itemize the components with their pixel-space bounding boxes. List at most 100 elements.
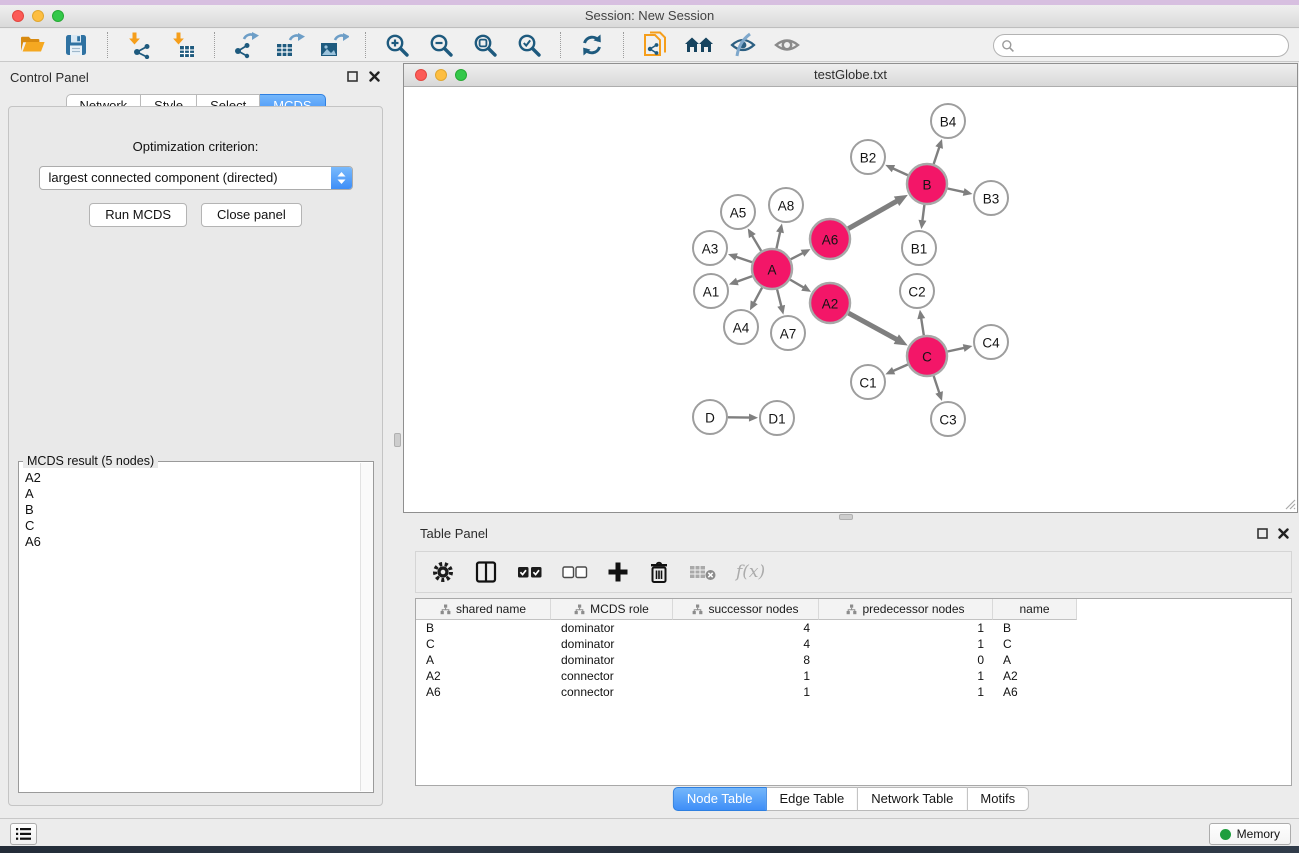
- graph-node-B2[interactable]: B2: [851, 140, 885, 174]
- vertical-splitter-grip[interactable]: [394, 433, 401, 447]
- graph-node-D[interactable]: D: [693, 400, 727, 434]
- export-network-icon[interactable]: [230, 30, 262, 60]
- mcds-result-item[interactable]: A2: [25, 470, 373, 486]
- close-panel-icon[interactable]: [368, 70, 381, 83]
- column-type-icon: [846, 604, 857, 615]
- graph-node-B[interactable]: B: [907, 164, 947, 204]
- graph-node-A[interactable]: A: [752, 249, 792, 289]
- export-image-icon[interactable]: [318, 30, 350, 60]
- table-row[interactable]: Adominator80A: [416, 652, 1291, 668]
- import-table-icon[interactable]: [167, 30, 199, 60]
- graph-node-A6[interactable]: A6: [810, 219, 850, 259]
- tab-motifs[interactable]: Motifs: [967, 787, 1029, 811]
- network-document-icon[interactable]: [639, 30, 671, 60]
- table-settings-gear-icon[interactable]: [431, 560, 455, 584]
- graph-node-B4[interactable]: B4: [931, 104, 965, 138]
- graph-node-B1[interactable]: B1: [902, 231, 936, 265]
- table-row[interactable]: A6connector11A6: [416, 684, 1291, 700]
- task-history-list-icon[interactable]: [10, 823, 37, 845]
- result-scrollbar[interactable]: [360, 463, 373, 791]
- home-view-icon[interactable]: [683, 30, 715, 60]
- zoom-in-icon[interactable]: [381, 30, 413, 60]
- svg-text:B3: B3: [983, 192, 1000, 207]
- table-close-panel-icon[interactable]: [1277, 527, 1290, 540]
- save-session-button[interactable]: [60, 30, 92, 60]
- function-builder-icon[interactable]: f(x): [736, 562, 765, 582]
- graph-node-A2[interactable]: A2: [810, 283, 850, 323]
- export-table-icon[interactable]: [274, 30, 306, 60]
- graph-node-C[interactable]: C: [907, 336, 947, 376]
- open-session-button[interactable]: [16, 30, 48, 60]
- svg-text:D: D: [705, 411, 715, 426]
- zoom-fit-icon[interactable]: [469, 30, 501, 60]
- svg-text:A4: A4: [733, 321, 750, 336]
- zoom-window-button[interactable]: [52, 10, 64, 22]
- graph-node-A3[interactable]: A3: [693, 231, 727, 265]
- close-panel-button[interactable]: Close panel: [201, 203, 302, 227]
- network-window-titlebar: testGlobe.txt: [404, 64, 1297, 87]
- graph-node-D1[interactable]: D1: [760, 401, 794, 435]
- search-field[interactable]: [993, 34, 1289, 57]
- column-header-MCDS-role[interactable]: MCDS role: [551, 599, 673, 620]
- network-close-button[interactable]: [415, 69, 427, 81]
- desktop-background-bottom: [0, 846, 1299, 853]
- memory-button[interactable]: Memory: [1209, 823, 1291, 845]
- tab-edge-table[interactable]: Edge Table: [766, 787, 858, 811]
- mcds-result-item[interactable]: B: [25, 502, 373, 518]
- mcds-result-item[interactable]: A: [25, 486, 373, 502]
- zoom-selected-icon[interactable]: [513, 30, 545, 60]
- svg-text:C4: C4: [982, 336, 1000, 351]
- graph-node-C1[interactable]: C1: [851, 365, 885, 399]
- float-panel-icon[interactable]: [346, 70, 359, 83]
- svg-text:B4: B4: [940, 115, 957, 130]
- search-icon: [1001, 39, 1015, 53]
- graph-node-A5[interactable]: A5: [721, 195, 755, 229]
- mcds-result-item[interactable]: A6: [25, 534, 373, 550]
- dropdown-selected-value: largest connected component (directed): [49, 170, 278, 185]
- delete-table-icon[interactable]: [689, 562, 717, 582]
- table-row[interactable]: A2connector11A2: [416, 668, 1291, 684]
- svg-text:A: A: [767, 263, 776, 278]
- delete-column-trash-icon[interactable]: [648, 560, 670, 584]
- close-window-button[interactable]: [12, 10, 24, 22]
- graph-node-A4[interactable]: A4: [724, 310, 758, 344]
- show-panel-eye-icon[interactable]: [771, 30, 803, 60]
- network-canvas[interactable]: A A1 A2 A3 A4 A5 A6 A7 A8 B B1 B2 B3 B4 C C1 C2 C3 C4 D D1: [404, 87, 1297, 511]
- column-header-predecessor-nodes[interactable]: predecessor nodes: [819, 599, 993, 620]
- graph-node-A7[interactable]: A7: [771, 316, 805, 350]
- graph-node-B3[interactable]: B3: [974, 181, 1008, 215]
- table-float-panel-icon[interactable]: [1256, 527, 1269, 540]
- column-header-successor-nodes[interactable]: successor nodes: [673, 599, 819, 620]
- graph-node-A8[interactable]: A8: [769, 188, 803, 222]
- panel-columns-icon[interactable]: [474, 560, 498, 584]
- column-header-name[interactable]: name: [993, 599, 1077, 620]
- refresh-layout-icon[interactable]: [576, 30, 608, 60]
- window-resize-grip[interactable]: [1282, 496, 1296, 510]
- hide-panel-eye-icon[interactable]: [727, 30, 759, 60]
- run-mcds-button[interactable]: Run MCDS: [89, 203, 187, 227]
- zoom-out-icon[interactable]: [425, 30, 457, 60]
- svg-text:C: C: [922, 350, 932, 365]
- tab-network-table[interactable]: Network Table: [858, 787, 967, 811]
- add-column-icon[interactable]: [607, 561, 629, 583]
- deselect-all-checkboxes-icon[interactable]: [562, 563, 588, 581]
- graph-node-C4[interactable]: C4: [974, 325, 1008, 359]
- search-input[interactable]: [1015, 37, 1288, 55]
- svg-text:A3: A3: [702, 242, 719, 257]
- tab-node-table[interactable]: Node Table: [673, 787, 767, 811]
- network-zoom-button[interactable]: [455, 69, 467, 81]
- graph-node-C2[interactable]: C2: [900, 274, 934, 308]
- table-row[interactable]: Bdominator41B: [416, 620, 1291, 636]
- table-panel-tabs: Node TableEdge TableNetwork TableMotifs: [673, 787, 1029, 811]
- import-network-icon[interactable]: [123, 30, 155, 60]
- graph-node-C3[interactable]: C3: [931, 402, 965, 436]
- mcds-result-item[interactable]: C: [25, 518, 373, 534]
- optimization-dropdown[interactable]: largest connected component (directed): [39, 166, 353, 190]
- table-row[interactable]: Cdominator41C: [416, 636, 1291, 652]
- select-all-checkboxes-icon[interactable]: [517, 563, 543, 581]
- network-minimize-button[interactable]: [435, 69, 447, 81]
- minimize-window-button[interactable]: [32, 10, 44, 22]
- graph-node-A1[interactable]: A1: [694, 274, 728, 308]
- toolbar-separator: [623, 32, 624, 58]
- column-header-shared-name[interactable]: shared name: [416, 599, 551, 620]
